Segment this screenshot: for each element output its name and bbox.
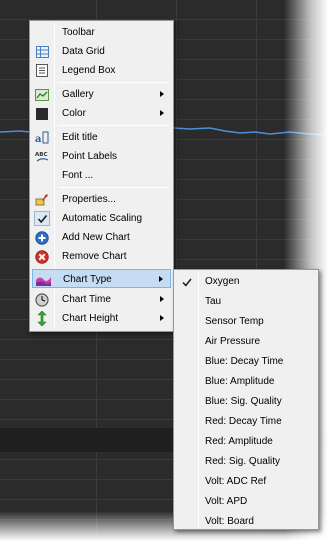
menu-item-label: Color [62,108,86,119]
add-icon [34,230,50,245]
submenu-arrow-icon [159,276,163,282]
submenu-item-label: Oxygen [205,276,240,287]
submenu-item-blue-decay-time[interactable]: Blue: Decay Time [176,352,316,371]
context-menu: Toolbar Data Grid Legend Box Gallery Col… [29,20,174,332]
submenu-item-volt-board[interactable]: Volt: Board [176,512,316,531]
submenu-item-volt-apd[interactable]: Volt: APD [176,492,316,511]
submenu-item-label: Blue: Amplitude [205,376,275,387]
svg-text:a: a [35,134,42,144]
clock-icon [34,292,50,307]
menu-item-label: Properties... [62,194,116,205]
gallery-icon [34,87,50,102]
submenu-item-label: Volt: Board [205,516,254,527]
menu-item-font[interactable]: Font ... [32,166,171,185]
menu-item-properties[interactable]: Properties... [32,190,171,209]
submenu-item-label: Volt: APD [205,496,248,507]
submenu-item-oxygen[interactable]: Oxygen [176,272,316,291]
submenu-item-label: Air Pressure [205,336,261,347]
submenu-arrow-icon [160,315,164,321]
menu-item-data-grid[interactable]: Data Grid [32,42,171,61]
menu-item-label: Chart Type [63,274,112,285]
menu-item-legend-box[interactable]: Legend Box [32,61,171,80]
menu-item-label: Edit title [62,132,98,143]
menu-separator [58,187,169,188]
menu-item-label: Data Grid [62,46,105,57]
submenu-item-label: Volt: ADC Ref [205,476,267,487]
submenu-item-air-pressure[interactable]: Air Pressure [176,332,316,351]
chart-type-icon [35,272,51,287]
menu-item-toolbar[interactable]: Toolbar [32,23,171,42]
data-grid-icon [34,44,50,59]
submenu-item-label: Red: Sig. Quality [205,456,281,467]
submenu-item-label: Blue: Decay Time [205,356,284,367]
submenu-item-blue-sig-quality[interactable]: Blue: Sig. Quality [176,392,316,411]
menu-item-label: Remove Chart [62,251,127,262]
menu-separator [58,82,169,83]
submenu-item-sensor-temp[interactable]: Sensor Temp [176,312,316,331]
menu-item-chart-height[interactable]: Chart Height [32,309,171,328]
check-icon [34,211,50,226]
menu-item-label: Automatic Scaling [62,213,143,224]
menu-item-label: Point Labels [62,151,118,162]
menu-item-color[interactable]: Color [32,104,171,123]
remove-icon [34,249,50,264]
check-icon [179,274,195,290]
submenu-item-label: Red: Decay Time [205,416,282,427]
submenu-arrow-icon [160,91,164,97]
submenu-item-volt-adc-ref[interactable]: Volt: ADC Ref [176,472,316,491]
menu-item-label: Add New Chart [62,232,130,243]
submenu-item-label: Red: Amplitude [205,436,273,447]
chart-type-submenu: Oxygen Tau Sensor Temp Air Pressure Blue… [173,269,319,530]
menu-item-label: Legend Box [62,65,116,76]
svg-text:ABC: ABC [35,152,48,158]
menu-item-label: Chart Time [62,294,111,305]
submenu-item-label: Blue: Sig. Quality [205,396,282,407]
menu-item-add-new-chart[interactable]: Add New Chart [32,228,171,247]
submenu-item-blue-amplitude[interactable]: Blue: Amplitude [176,372,316,391]
submenu-arrow-icon [160,110,164,116]
menu-item-remove-chart[interactable]: Remove Chart [32,247,171,266]
submenu-item-label: Sensor Temp [205,316,264,327]
point-labels-icon: ABC [34,149,50,164]
submenu-item-label: Tau [205,296,222,307]
menu-item-label: Gallery [62,89,94,100]
legend-box-icon [34,63,50,78]
menu-item-edit-title[interactable]: a Edit title [32,128,171,147]
submenu-arrow-icon [160,296,164,302]
menu-item-point-labels[interactable]: ABC Point Labels [32,147,171,166]
properties-icon [34,192,50,207]
menu-item-chart-type[interactable]: Chart Type [32,269,171,288]
menu-item-label: Font ... [62,170,94,181]
menu-item-label: Chart Height [62,313,119,324]
menu-separator [58,125,169,126]
color-swatch-icon [34,106,50,121]
menu-item-chart-time[interactable]: Chart Time [32,290,171,309]
menu-item-automatic-scaling[interactable]: Automatic Scaling [32,209,171,228]
height-icon [34,311,50,326]
submenu-item-red-decay-time[interactable]: Red: Decay Time [176,412,316,431]
submenu-item-tau[interactable]: Tau [176,292,316,311]
edit-title-icon: a [34,130,50,145]
submenu-item-red-amplitude[interactable]: Red: Amplitude [176,432,316,451]
menu-item-gallery[interactable]: Gallery [32,85,171,104]
menu-item-label: Toolbar [62,27,95,38]
submenu-item-red-sig-quality[interactable]: Red: Sig. Quality [176,452,316,471]
